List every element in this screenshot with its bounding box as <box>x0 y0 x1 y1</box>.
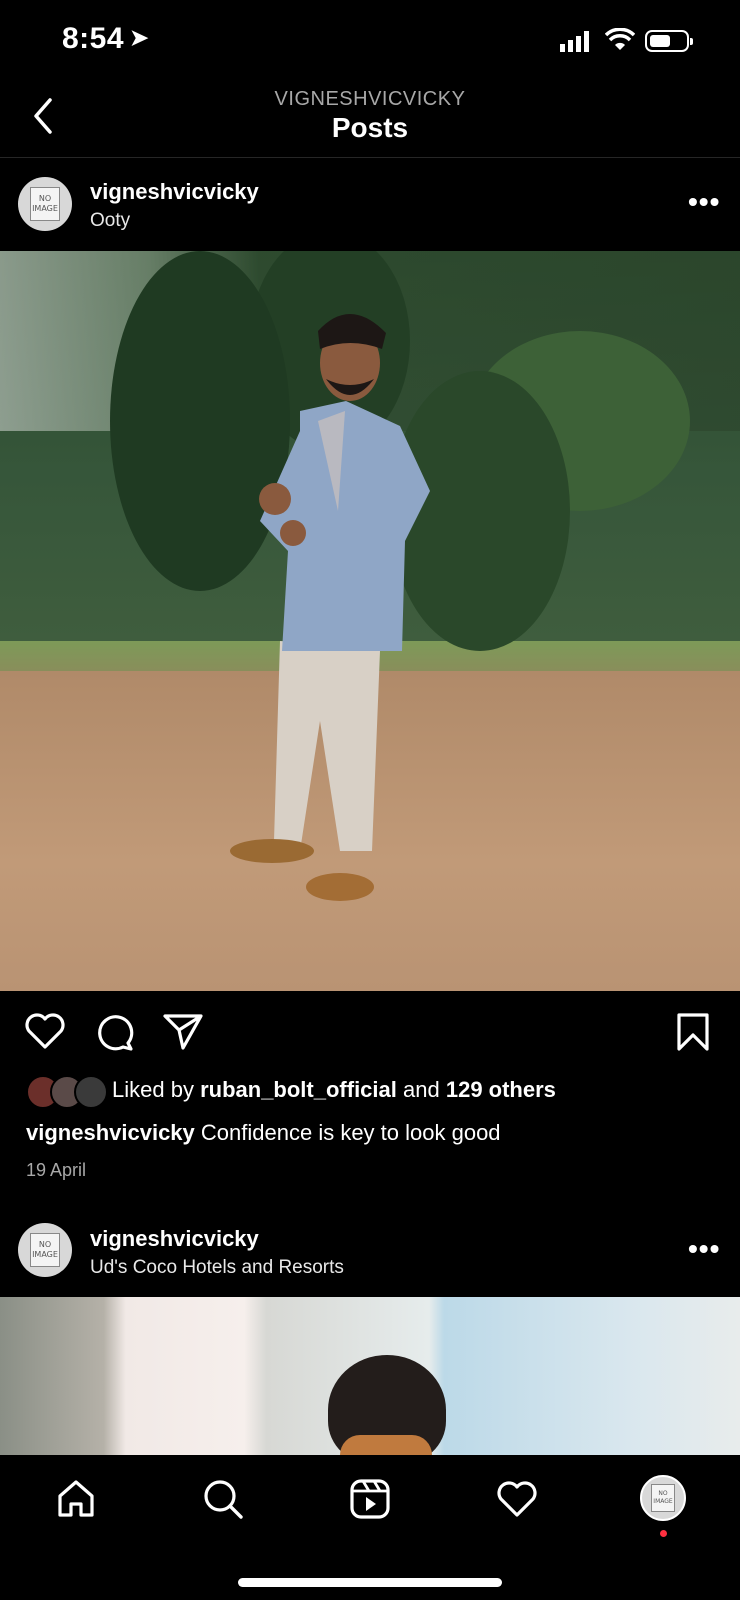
post-photo[interactable] <box>0 251 740 991</box>
notification-dot <box>660 1530 667 1537</box>
post-caption: vigneshvicvicky Confidence is key to loo… <box>26 1120 501 1146</box>
no-image-placeholder: NO IMAGE <box>651 1484 675 1512</box>
save-bookmark-icon[interactable] <box>676 1012 710 1052</box>
wifi-icon <box>605 28 635 50</box>
home-icon[interactable] <box>56 1478 96 1518</box>
home-indicator[interactable] <box>238 1578 502 1587</box>
search-icon[interactable] <box>202 1478 244 1520</box>
photo-person-face <box>340 1435 432 1455</box>
post-avatar[interactable]: NO IMAGE <box>18 177 72 231</box>
profile-avatar[interactable]: NO IMAGE <box>640 1475 686 1521</box>
activity-heart-icon[interactable] <box>496 1480 538 1518</box>
post-date: 19 April <box>26 1160 87 1180</box>
post-location[interactable]: Ud's Coco Hotels and Resorts <box>90 1257 344 1279</box>
status-time: 8:54 ➤ <box>62 22 149 55</box>
post-location[interactable]: Ooty <box>90 210 130 232</box>
no-image-placeholder: NO IMAGE <box>30 1233 60 1267</box>
post-username[interactable]: vigneshvicvicky <box>90 179 259 205</box>
no-image-placeholder: NO IMAGE <box>30 187 60 221</box>
more-options-icon[interactable]: ••• <box>688 1233 720 1265</box>
header-account-name: VIGNESHVICVICKY <box>274 88 466 110</box>
page-title: Posts <box>331 112 409 143</box>
header-divider <box>0 157 740 158</box>
cellular-signal-icon <box>560 31 589 52</box>
photo-person <box>110 251 690 901</box>
reels-icon[interactable] <box>349 1478 391 1520</box>
caption-username[interactable]: vigneshvicvicky <box>26 1120 195 1145</box>
post-avatar[interactable]: NO IMAGE <box>18 1223 72 1277</box>
battery-icon <box>645 30 693 52</box>
liked-by-avatars[interactable] <box>26 1075 108 1109</box>
liked-by-others[interactable]: 129 others <box>446 1077 556 1102</box>
caption-text: Confidence is key to look good <box>200 1120 501 1145</box>
liked-by-username[interactable]: ruban_bolt_official <box>200 1077 397 1102</box>
location-arrow-icon: ➤ <box>130 25 149 50</box>
like-heart-icon[interactable] <box>24 1012 66 1050</box>
post-photo[interactable] <box>0 1297 740 1455</box>
share-paper-plane-icon[interactable] <box>162 1012 204 1052</box>
liker-avatar <box>74 1075 108 1109</box>
liked-by-text[interactable]: Liked by ruban_bolt_official and 129 oth… <box>112 1077 556 1103</box>
more-options-icon[interactable]: ••• <box>688 186 720 218</box>
post-username[interactable]: vigneshvicvicky <box>90 1226 259 1252</box>
comment-icon[interactable] <box>93 1012 135 1052</box>
